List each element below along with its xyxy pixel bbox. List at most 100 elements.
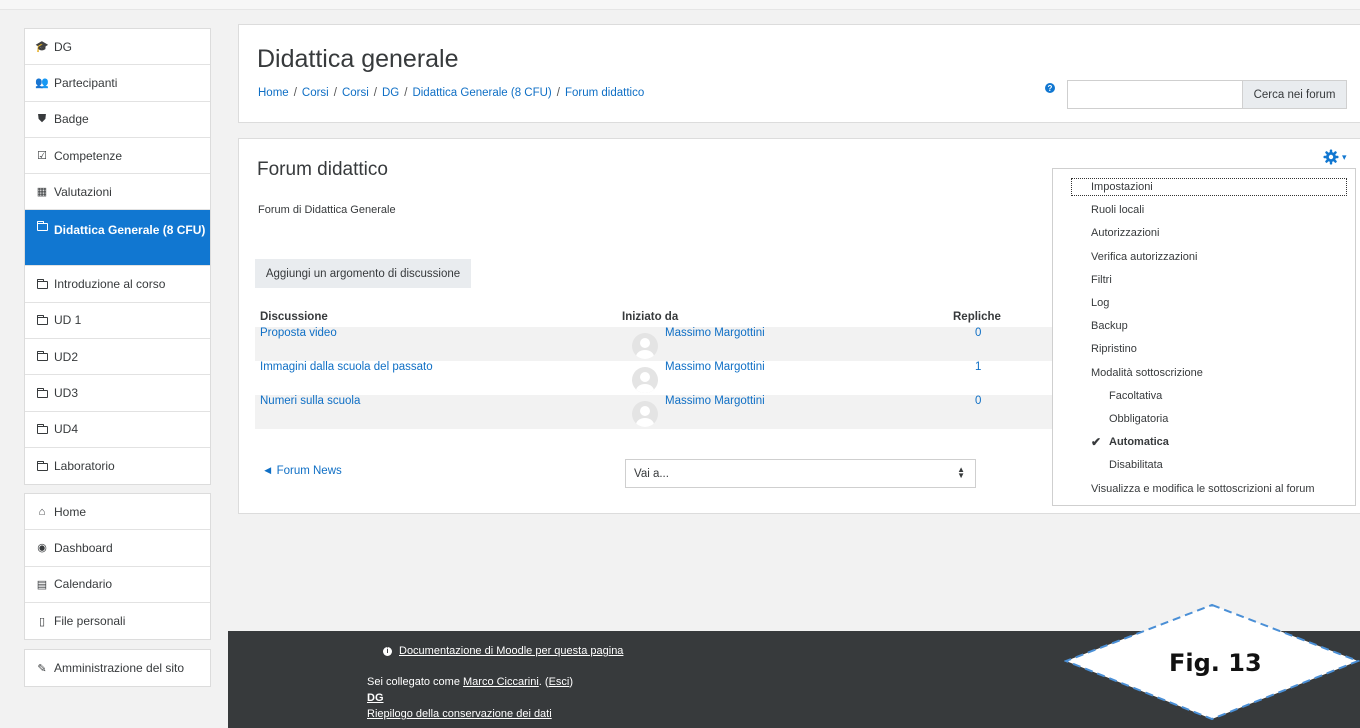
logout-link[interactable]: Esci — [549, 676, 570, 688]
settings-menu-item[interactable]: Disabilitata — [1053, 455, 1355, 475]
breadcrumb-item[interactable]: Forum didattico — [565, 87, 644, 99]
forum-intro: Forum di Didattica Generale — [258, 204, 396, 216]
site-navigation: ⌂ Home ◉ Dashboard ▤ Calendario ▯ File personal… — [24, 493, 211, 641]
breadcrumb-separator: / — [404, 87, 408, 99]
breadcrumb-item[interactable]: DG — [382, 87, 399, 99]
site-nav-item-0[interactable]: ⌂ Home — [25, 494, 210, 531]
breadcrumb-item[interactable]: Home — [258, 87, 289, 99]
settings-menu-item[interactable]: Obbligatoria — [1053, 409, 1355, 429]
breadcrumb-separator: / — [556, 87, 560, 99]
settings-menu-item[interactable]: Backup — [1053, 316, 1355, 336]
settings-menu-item[interactable]: Ruoli locali — [1053, 200, 1355, 220]
settings-menu-toggle[interactable]: ▾ — [1323, 149, 1347, 165]
site-nav-item-2[interactable]: ▤ Calendario — [25, 567, 210, 603]
author-link[interactable]: Massimo Margottini — [665, 361, 765, 373]
discussion-topic-link[interactable]: Proposta video — [260, 327, 337, 339]
folder-icon — [35, 423, 49, 434]
breadcrumb-item[interactable]: Didattica Generale (8 CFU) — [412, 87, 551, 99]
course-nav-item-2[interactable]: ⛊ Badge — [25, 102, 210, 138]
column-header-started-by[interactable]: Iniziato da — [622, 311, 678, 323]
folder-icon — [35, 278, 49, 289]
settings-menu-item[interactable]: Visualizza e modifica le sottoscrizioni … — [1053, 479, 1355, 499]
settings-menu-item[interactable]: Facoltativa — [1053, 386, 1355, 406]
user-profile-link[interactable]: Marco Ciccarini — [463, 676, 539, 688]
settings-menu-item[interactable]: Autorizzazioni — [1053, 223, 1355, 243]
nav-item-label: UD3 — [54, 386, 79, 401]
admin-navigation: ✎ Amministrazione del sito — [24, 649, 211, 688]
discussion-topic-link[interactable]: Numeri sulla scuola — [260, 395, 360, 407]
course-nav-item-6[interactable]: Introduzione al corso — [25, 266, 210, 303]
course-navigation: 🎓 DG 👥 Partecipanti ⛊ Badge ☑ Competenze ▦ Valuta… — [24, 28, 211, 486]
nav-item-label: Badge — [54, 112, 89, 127]
logged-in-info: Sei collegato come Marco Ciccarini. (Esc… — [367, 676, 574, 688]
settings-menu-item[interactable]: Modalità sottoscrizione — [1053, 363, 1355, 383]
graduation-cap-icon: 🎓 — [35, 41, 49, 54]
course-nav-item-8[interactable]: UD2 — [25, 339, 210, 376]
previous-activity-link[interactable]: ◄ Forum News — [262, 465, 342, 477]
jump-select-value: Vai a... — [634, 467, 669, 480]
replies-count-link[interactable]: 0 — [975, 327, 981, 339]
breadcrumb-item[interactable]: Corsi — [302, 87, 329, 99]
course-nav-item-4[interactable]: ▦ Valutazioni — [25, 174, 210, 211]
data-retention-link[interactable]: Riepilogo della conservazione dei dati — [367, 708, 552, 720]
course-nav-item-0[interactable]: 🎓 DG — [25, 29, 210, 66]
sidebar: 🎓 DG 👥 Partecipanti ⛊ Badge ☑ Competenze ▦ Valuta… — [0, 10, 228, 728]
top-strip — [0, 0, 1360, 10]
menu-item-label: Log — [1091, 297, 1110, 309]
column-header-replies[interactable]: Repliche — [953, 311, 1001, 323]
settings-menu-item[interactable]: Log — [1053, 293, 1355, 313]
info-icon: i — [383, 646, 392, 656]
table-icon: ▦ — [36, 186, 48, 199]
nav-item-label: UD 1 — [54, 313, 82, 328]
moodle-docs-link-row: i Documentazione di Moodle per questa pa… — [383, 645, 623, 657]
course-nav-item-1[interactable]: 👥 Partecipanti — [25, 65, 210, 102]
table-row: Immagini dalla scuola del passato Massimo… — [255, 361, 1055, 395]
settings-menu-item[interactable]: Ripristino — [1053, 339, 1355, 359]
avatar[interactable] — [632, 401, 658, 427]
author-link[interactable]: Massimo Margottini — [665, 395, 765, 407]
settings-menu-item[interactable]: Impostazioni — [1071, 178, 1347, 196]
breadcrumb-item[interactable]: Corsi — [342, 87, 369, 99]
course-nav-item-7[interactable]: UD 1 — [25, 303, 210, 340]
menu-item-label: Disabilitata — [1109, 459, 1163, 472]
author-link[interactable]: Massimo Margottini — [665, 327, 765, 339]
breadcrumb-separator: / — [373, 87, 377, 99]
column-header-discussion[interactable]: Discussione — [260, 311, 328, 323]
avatar[interactable] — [632, 333, 658, 359]
avatar[interactable] — [632, 367, 658, 393]
course-nav-item-3[interactable]: ☑ Competenze — [25, 138, 210, 175]
breadcrumb-separator: / — [333, 87, 337, 99]
jump-to-select[interactable]: Vai a... ▲ ▼ — [625, 459, 976, 488]
caret-down-icon: ▾ — [1342, 151, 1347, 162]
users-icon: 👥 — [35, 77, 49, 90]
site-nav-item-3[interactable]: ▯ File personali — [25, 603, 210, 639]
folder-icon — [35, 387, 49, 398]
dashboard-icon: ◉ — [37, 542, 47, 555]
menu-item-label: Backup — [1091, 320, 1128, 333]
nav-item-label: Dashboard — [54, 540, 113, 555]
discussion-topic-link[interactable]: Immagini dalla scuola del passato — [260, 361, 433, 373]
settings-dropdown-menu: Impostazioni Ruoli locali Autorizzazioni Ve… — [1052, 168, 1356, 506]
course-nav-item-10[interactable]: UD4 — [25, 412, 210, 448]
replies-count-link[interactable]: 1 — [975, 361, 981, 373]
course-nav-item-9[interactable]: UD3 — [25, 375, 210, 412]
course-home-link[interactable]: DG — [367, 692, 384, 704]
search-button[interactable]: Cerca nei forum — [1242, 80, 1347, 109]
search-input[interactable] — [1067, 80, 1243, 109]
site-nav-item-1[interactable]: ◉ Dashboard — [25, 530, 210, 567]
settings-menu-item[interactable]: Verifica autorizzazioni — [1053, 247, 1355, 267]
menu-item-label: Ripristino — [1091, 343, 1137, 356]
add-topic-button[interactable]: Aggiungi un argomento di discussione — [255, 259, 471, 288]
nav-item-label: Competenze — [54, 148, 123, 163]
replies-count-link[interactable]: 0 — [975, 395, 981, 407]
admin-nav-item-0[interactable]: ✎ Amministrazione del sito — [25, 650, 210, 686]
nav-item-label: Introduzione al corso — [54, 277, 166, 292]
settings-menu-item[interactable]: ✔ Automatica — [1053, 432, 1355, 452]
help-icon[interactable]: ? — [1045, 83, 1055, 93]
breadcrumb: Home / Corsi / Corsi / DG / Didattica Generale (… — [258, 87, 644, 99]
nav-item-label: DG — [54, 39, 72, 54]
settings-menu-item[interactable]: Filtri — [1053, 270, 1355, 290]
moodle-docs-link[interactable]: Documentazione di Moodle per questa pagi… — [399, 645, 623, 657]
course-nav-item-11[interactable]: Laboratorio — [25, 448, 210, 484]
course-nav-item-5[interactable]: Didattica Generale (8 CFU) — [25, 210, 210, 267]
